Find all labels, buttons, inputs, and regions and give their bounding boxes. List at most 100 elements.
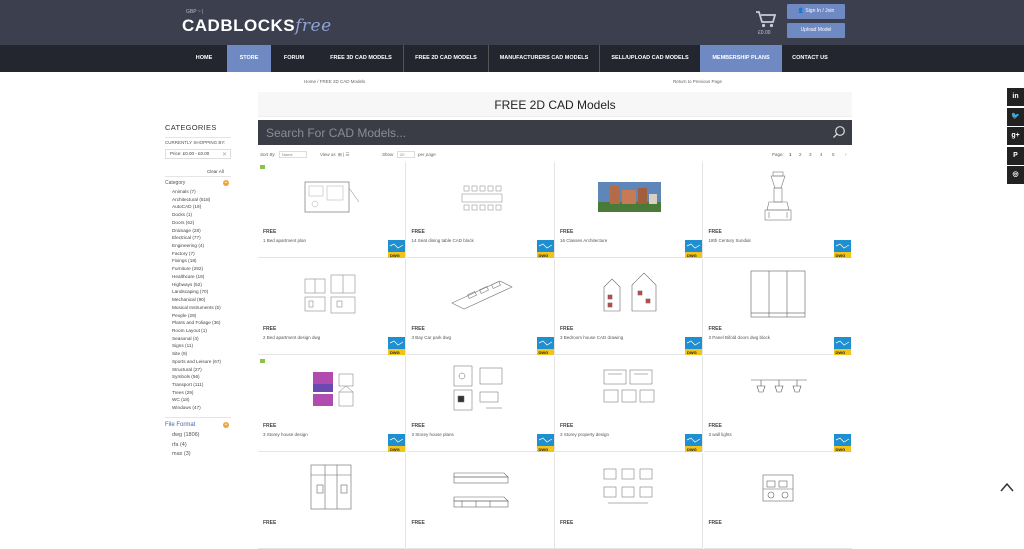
product-thumbnail[interactable]	[747, 362, 810, 420]
product-card[interactable]: FREE 14 Seat dining table CAD block DWG	[406, 162, 555, 258]
category-item[interactable]: Plants and Foliage (36)	[172, 319, 221, 327]
file-format-item[interactable]: dwg (1806)	[172, 431, 200, 441]
category-item[interactable]: Architectural (518)	[172, 196, 221, 204]
pinterest-icon[interactable]: P	[1007, 146, 1024, 165]
nav-membership[interactable]: MEMBERSHIP PLANS	[700, 45, 782, 72]
product-name[interactable]: 18th Century Sundial	[709, 238, 751, 243]
category-item[interactable]: Electrical (77)	[172, 234, 221, 242]
nav-forum[interactable]: FORUM	[276, 45, 312, 72]
page-link[interactable]: 1	[789, 152, 792, 157]
category-item[interactable]: Doors (62)	[172, 219, 221, 227]
page-link[interactable]: 5	[832, 152, 835, 157]
category-item[interactable]: Room Layout (1)	[172, 327, 221, 335]
twitter-icon[interactable]: 🐦	[1007, 107, 1024, 126]
product-card[interactable]: FREE 18th Century Sundial DWG	[703, 162, 852, 258]
category-item[interactable]: AutoCAD (19)	[172, 203, 221, 211]
category-item[interactable]: Sports and Leisure (67)	[172, 358, 221, 366]
expand-icon[interactable]: +	[223, 422, 229, 428]
product-name[interactable]: 3 Bay Car park dwg	[412, 335, 452, 340]
category-item[interactable]: Trees (29)	[172, 389, 221, 397]
file-format-item[interactable]: rfa (4)	[172, 441, 200, 451]
category-item[interactable]: Factory (7)	[172, 250, 221, 258]
category-item[interactable]: Transport (111)	[172, 381, 221, 389]
category-item[interactable]: Landscaping (70)	[172, 288, 221, 296]
product-card[interactable]: FREE	[406, 453, 555, 549]
product-card[interactable]: FREE 1 Bed apartment plan DWG	[258, 162, 406, 258]
category-item[interactable]: Windows (47)	[172, 404, 221, 412]
sign-in-button[interactable]: 👤 Sign In / Join	[787, 4, 845, 19]
product-thumbnail[interactable]	[747, 459, 810, 517]
product-card[interactable]: FREE 3 Bedroom house CAD drawing DWG	[555, 259, 703, 355]
product-name[interactable]: 1 Bed apartment plan	[263, 238, 306, 243]
show-select[interactable]: 20	[397, 151, 415, 158]
category-item[interactable]: WC (18)	[172, 396, 221, 404]
product-thumbnail[interactable]	[301, 168, 364, 226]
product-name[interactable]: 3 Bedroom house CAD drawing	[560, 335, 623, 340]
category-item[interactable]: Signs (11)	[172, 342, 221, 350]
product-thumbnail[interactable]	[450, 459, 513, 517]
return-link[interactable]: Return to Previous Page	[673, 79, 722, 84]
product-thumbnail[interactable]	[301, 265, 364, 323]
nav-contact[interactable]: CONTACT US	[784, 45, 836, 72]
category-item[interactable]: Structural (27)	[172, 366, 221, 374]
remove-filter-icon[interactable]: ✕	[222, 151, 227, 158]
product-card[interactable]: FREE 3 wall lights DWG	[703, 356, 852, 452]
product-name[interactable]: 16 Classes Architecture	[560, 238, 607, 243]
category-item[interactable]: Furniture (292)	[172, 265, 221, 273]
category-item[interactable]: Drainage (28)	[172, 227, 221, 235]
upload-model-button[interactable]: Upload Model	[787, 23, 845, 38]
product-thumbnail[interactable]	[450, 362, 513, 420]
category-item[interactable]: Symbols (56)	[172, 373, 221, 381]
nav-manufacturers[interactable]: MANUFACTURERS CAD MODELS	[489, 45, 599, 72]
search-input[interactable]	[266, 124, 806, 141]
linkedin-icon[interactable]: in	[1007, 88, 1024, 106]
category-item[interactable]: Musical Instruments (5)	[172, 304, 221, 312]
nav-store[interactable]: STORE	[227, 45, 271, 72]
category-item[interactable]: Highways (52)	[172, 281, 221, 289]
scroll-to-top-icon[interactable]	[1000, 482, 1014, 492]
expand-icon[interactable]: +	[223, 180, 229, 186]
search-icon[interactable]	[832, 125, 846, 139]
product-thumbnail[interactable]	[450, 168, 513, 226]
product-thumbnail[interactable]	[598, 265, 661, 323]
product-name[interactable]: 2 Bed apartment design dwg	[263, 335, 320, 340]
product-name[interactable]: 3 wall lights	[709, 432, 732, 437]
page-link[interactable]: 2	[799, 152, 802, 157]
category-item[interactable]: Healthcare (19)	[172, 273, 221, 281]
product-card[interactable]: FREE 16 Classes Architecture DWG	[555, 162, 703, 258]
product-card[interactable]: FREE	[258, 453, 406, 549]
product-card[interactable]: FREE	[703, 453, 852, 549]
product-card[interactable]: FREE 3 Bay Car park dwg DWG	[406, 259, 555, 355]
product-thumbnail[interactable]	[598, 362, 661, 420]
nav-sell-upload[interactable]: SELL/UPLOAD CAD MODELS	[600, 45, 700, 72]
currency-selector[interactable]: GBP ~ |	[186, 9, 203, 15]
page-link[interactable]: 4	[820, 152, 823, 157]
nav-free-2d[interactable]: FREE 2D CAD MODELS	[404, 45, 488, 72]
product-thumbnail[interactable]	[301, 362, 364, 420]
category-item[interactable]: Mechanical (90)	[172, 296, 221, 304]
category-item[interactable]: Seasonal (4)	[172, 335, 221, 343]
product-name[interactable]: 3 Storey house design	[263, 432, 308, 437]
breadcrumb[interactable]: Home / FREE 2D CAD Models	[304, 79, 365, 84]
cart-icon[interactable]	[755, 10, 777, 28]
product-thumbnail[interactable]	[450, 265, 513, 323]
product-thumbnail[interactable]	[747, 168, 810, 226]
product-card[interactable]: FREE	[555, 453, 703, 549]
category-item[interactable]: Docks (1)	[172, 211, 221, 219]
sort-select[interactable]: Name	[279, 151, 307, 158]
product-name[interactable]: 3 Panel Bifold doors dwg block	[709, 335, 771, 340]
product-card[interactable]: FREE 3 Storey property design DWG	[555, 356, 703, 452]
product-name[interactable]: 3 Storey property design	[560, 432, 609, 437]
file-format-heading[interactable]: File Format	[165, 422, 195, 428]
nav-home[interactable]: HOME	[188, 45, 220, 72]
product-thumbnail[interactable]	[598, 459, 661, 517]
page-link[interactable]: 3	[809, 152, 812, 157]
google-plus-icon[interactable]: g+	[1007, 127, 1024, 145]
category-item[interactable]: Fixings (18)	[172, 257, 221, 265]
product-card[interactable]: FREE 2 Bed apartment design dwg DWG	[258, 259, 406, 355]
product-name[interactable]: 3 Storey house plans	[412, 432, 454, 437]
instagram-icon[interactable]: ◎	[1007, 166, 1024, 184]
clear-all-link[interactable]: Clear All	[207, 169, 224, 174]
product-card[interactable]: FREE 3 Storey house plans DWG	[406, 356, 555, 452]
product-name[interactable]: 14 Seat dining table CAD block	[412, 238, 474, 243]
